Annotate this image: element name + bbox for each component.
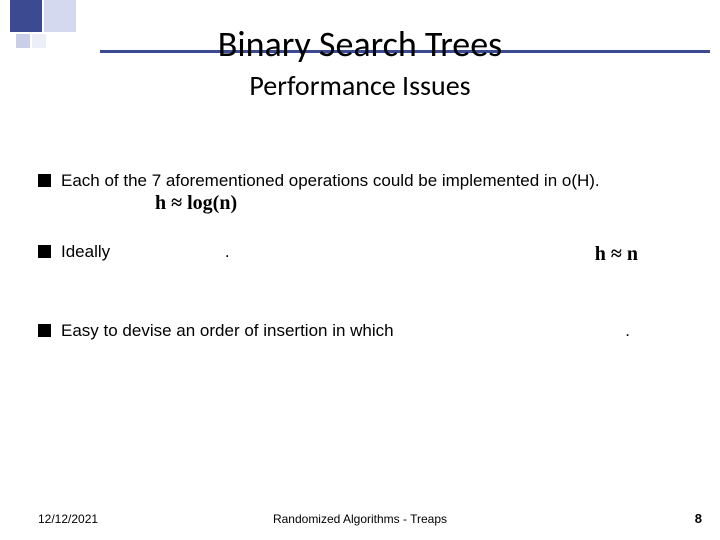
- bullet-item: Easy to devise an order of insertion in …: [38, 320, 678, 343]
- slide: Binary Search Trees Performance Issues E…: [0, 0, 720, 540]
- footer-center: Randomized Algorithms - Treaps: [0, 512, 720, 526]
- bullet-item: Ideally . h ≈ n: [38, 241, 678, 264]
- slide-body: Each of the 7 aforementioned operations …: [38, 170, 678, 391]
- bullet-marker-icon: [38, 245, 51, 258]
- slide-title: Binary Search Trees: [0, 22, 720, 66]
- bullet-marker-icon: [38, 174, 51, 187]
- footer-page-number: 8: [695, 511, 702, 526]
- bullet-item: Each of the 7 aforementioned operations …: [38, 170, 678, 193]
- formula-right: h ≈ n: [595, 241, 638, 268]
- bullet-text: Easy to devise an order of insertion in …: [61, 321, 394, 340]
- bullet-text: Ideally: [61, 242, 110, 261]
- bullet-trail: .: [625, 320, 630, 343]
- slide-subtitle: Performance Issues: [0, 68, 720, 103]
- bullet-trail: .: [225, 242, 230, 261]
- bullet-marker-icon: [38, 324, 51, 337]
- bullet-text: Each of the 7 aforementioned operations …: [61, 171, 600, 190]
- formula-overlay: h ≈ log(n): [155, 190, 237, 217]
